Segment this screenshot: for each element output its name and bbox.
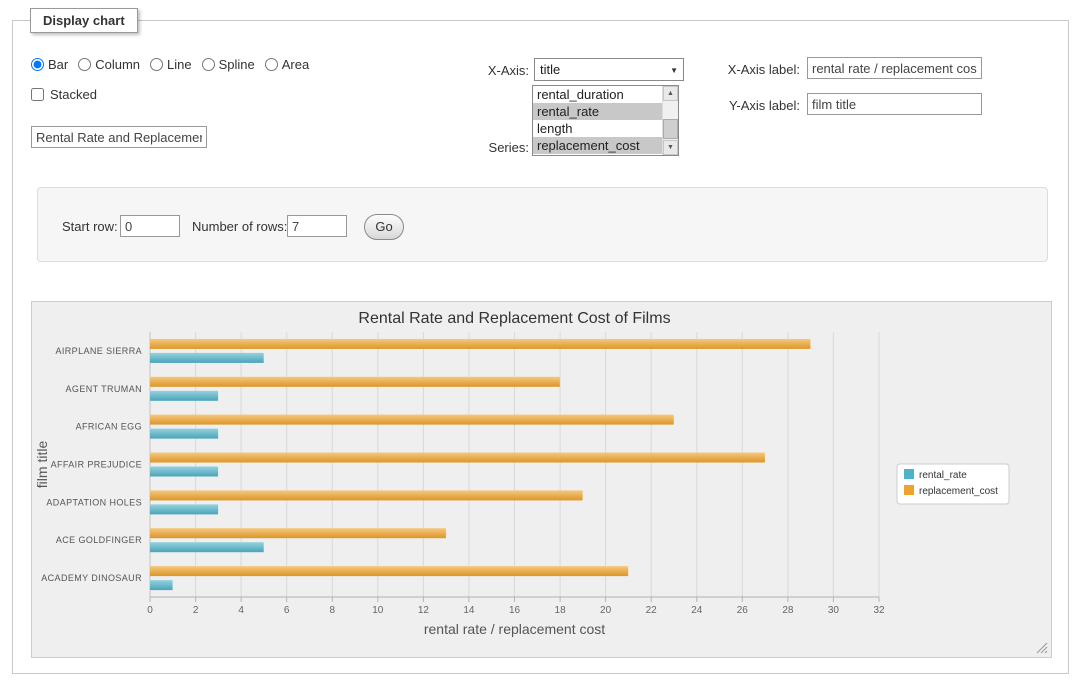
bar-chart: 02468101214161820222426283032AIRPLANE SI… [31,301,1052,658]
x-tick-label: 24 [691,605,703,616]
bar-rental_rate[interactable] [150,580,173,590]
bar-replacement_cost[interactable] [150,528,446,538]
x-tick-label: 10 [372,605,384,616]
radio-label: Spline [219,57,255,72]
y-category-label: ACE GOLDFINGER [56,535,142,545]
radio-bar[interactable] [31,58,44,71]
x-tick-label: 26 [737,605,749,616]
number-of-rows-label: Number of rows: [192,219,287,234]
stacked-checkbox-row[interactable]: Stacked [31,87,97,102]
x-axis-title: rental rate / replacement cost [424,621,605,637]
chart-title: Rental Rate and Replacement Cost of Film… [358,310,670,327]
bar-rental_rate[interactable] [150,467,218,477]
chart-type-radio-bar[interactable]: Bar [31,57,68,72]
number-of-rows-input[interactable] [287,215,347,237]
start-row-input[interactable] [120,215,180,237]
y-category-label: ACADEMY DINOSAUR [41,573,142,583]
y-category-label: AGENT TRUMAN [66,384,142,394]
x-tick-label: 20 [600,605,612,616]
scrollbar-thumb[interactable] [663,119,678,139]
x-axis-selected-value: title [540,62,560,77]
chart-type-radio-group: Bar Column Line Spline Area [31,57,309,72]
x-tick-label: 0 [147,605,153,616]
chart-type-radio-line[interactable]: Line [150,57,192,72]
bar-replacement_cost[interactable] [150,377,560,387]
x-tick-label: 22 [646,605,658,616]
radio-area[interactable] [265,58,278,71]
y-category-label: AFRICAN EGG [76,422,142,432]
chevron-down-icon: ▼ [670,66,678,75]
radio-column[interactable] [78,58,91,71]
radio-label: Line [167,57,192,72]
bar-replacement_cost[interactable] [150,415,674,425]
series-option-replacement_cost[interactable]: replacement_cost [533,137,662,154]
y-axis-title: film title [34,441,50,489]
x-tick-label: 14 [463,605,475,616]
radio-spline[interactable] [202,58,215,71]
series-option-length[interactable]: length [533,120,662,137]
x-tick-label: 6 [284,605,290,616]
stacked-label: Stacked [50,87,97,102]
y-axis-label-input[interactable] [807,93,982,115]
x-axis-label-input[interactable] [807,57,982,79]
series-option-rental_duration[interactable]: rental_duration [533,86,662,103]
series-listbox[interactable]: rental_durationrental_ratelengthreplacem… [532,85,679,156]
stacked-checkbox[interactable] [31,88,44,101]
x-axis-select[interactable]: title ▼ [534,58,684,81]
x-tick-label: 28 [782,605,794,616]
bar-replacement_cost[interactable] [150,490,583,500]
series-option-rental_rate[interactable]: rental_rate [533,103,662,120]
y-category-label: AFFAIR PREJUDICE [51,460,142,470]
x-axis-label-label: X-Axis label: [700,62,800,77]
legend-swatch [904,485,914,495]
series-listbox-label: Series: [423,140,529,155]
go-button[interactable]: Go [364,214,404,240]
chart-title-input[interactable] [31,126,207,148]
x-tick-label: 16 [509,605,521,616]
x-tick-label: 8 [330,605,336,616]
bar-rental_rate[interactable] [150,429,218,439]
x-tick-label: 4 [238,605,244,616]
bar-replacement_cost[interactable] [150,339,810,349]
radio-label: Bar [48,57,68,72]
bar-rental_rate[interactable] [150,542,264,552]
x-axis-select-label: X-Axis: [423,63,529,78]
x-tick-label: 30 [828,605,840,616]
bar-rental_rate[interactable] [150,353,264,363]
legend-swatch [904,469,914,479]
bar-rental_rate[interactable] [150,504,218,514]
y-axis-label-label: Y-Axis label: [700,98,800,113]
fieldset-legend: Display chart [30,8,138,33]
display-chart-fieldset: Display chart BarColumnLineSplineArea St… [12,20,1069,674]
resize-handle[interactable] [1037,643,1047,653]
x-tick-label: 2 [193,605,199,616]
y-category-label: AIRPLANE SIERRA [55,346,142,356]
chart-type-radio-spline[interactable]: Spline [202,57,255,72]
bar-replacement_cost[interactable] [150,453,765,463]
radio-line[interactable] [150,58,163,71]
row-range-panel: Start row: Number of rows: Go [37,187,1048,262]
y-category-label: ADAPTATION HOLES [46,497,142,507]
scroll-down-icon[interactable]: ▼ [663,140,678,155]
chart-type-radio-area[interactable]: Area [265,57,309,72]
page: { "window": { "legend": "Display chart" … [0,0,1081,681]
radio-label: Column [95,57,140,72]
radio-label: Area [282,57,309,72]
legend-label: rental_rate [919,470,967,481]
bar-rental_rate[interactable] [150,391,218,401]
legend-item-replacement_cost[interactable]: replacement_cost [904,485,998,497]
chart-type-radio-column[interactable]: Column [78,57,140,72]
series-scrollbar[interactable]: ▲ ▼ [662,86,678,155]
start-row-label: Start row: [62,219,118,234]
x-tick-label: 18 [555,605,567,616]
legend-label: replacement_cost [919,486,998,497]
x-tick-label: 32 [873,605,885,616]
bar-replacement_cost[interactable] [150,566,628,576]
series-options: rental_durationrental_ratelengthreplacem… [533,86,662,155]
scroll-up-icon[interactable]: ▲ [663,86,678,101]
chart-svg: 02468101214161820222426283032AIRPLANE SI… [32,302,1051,657]
x-tick-label: 12 [418,605,430,616]
